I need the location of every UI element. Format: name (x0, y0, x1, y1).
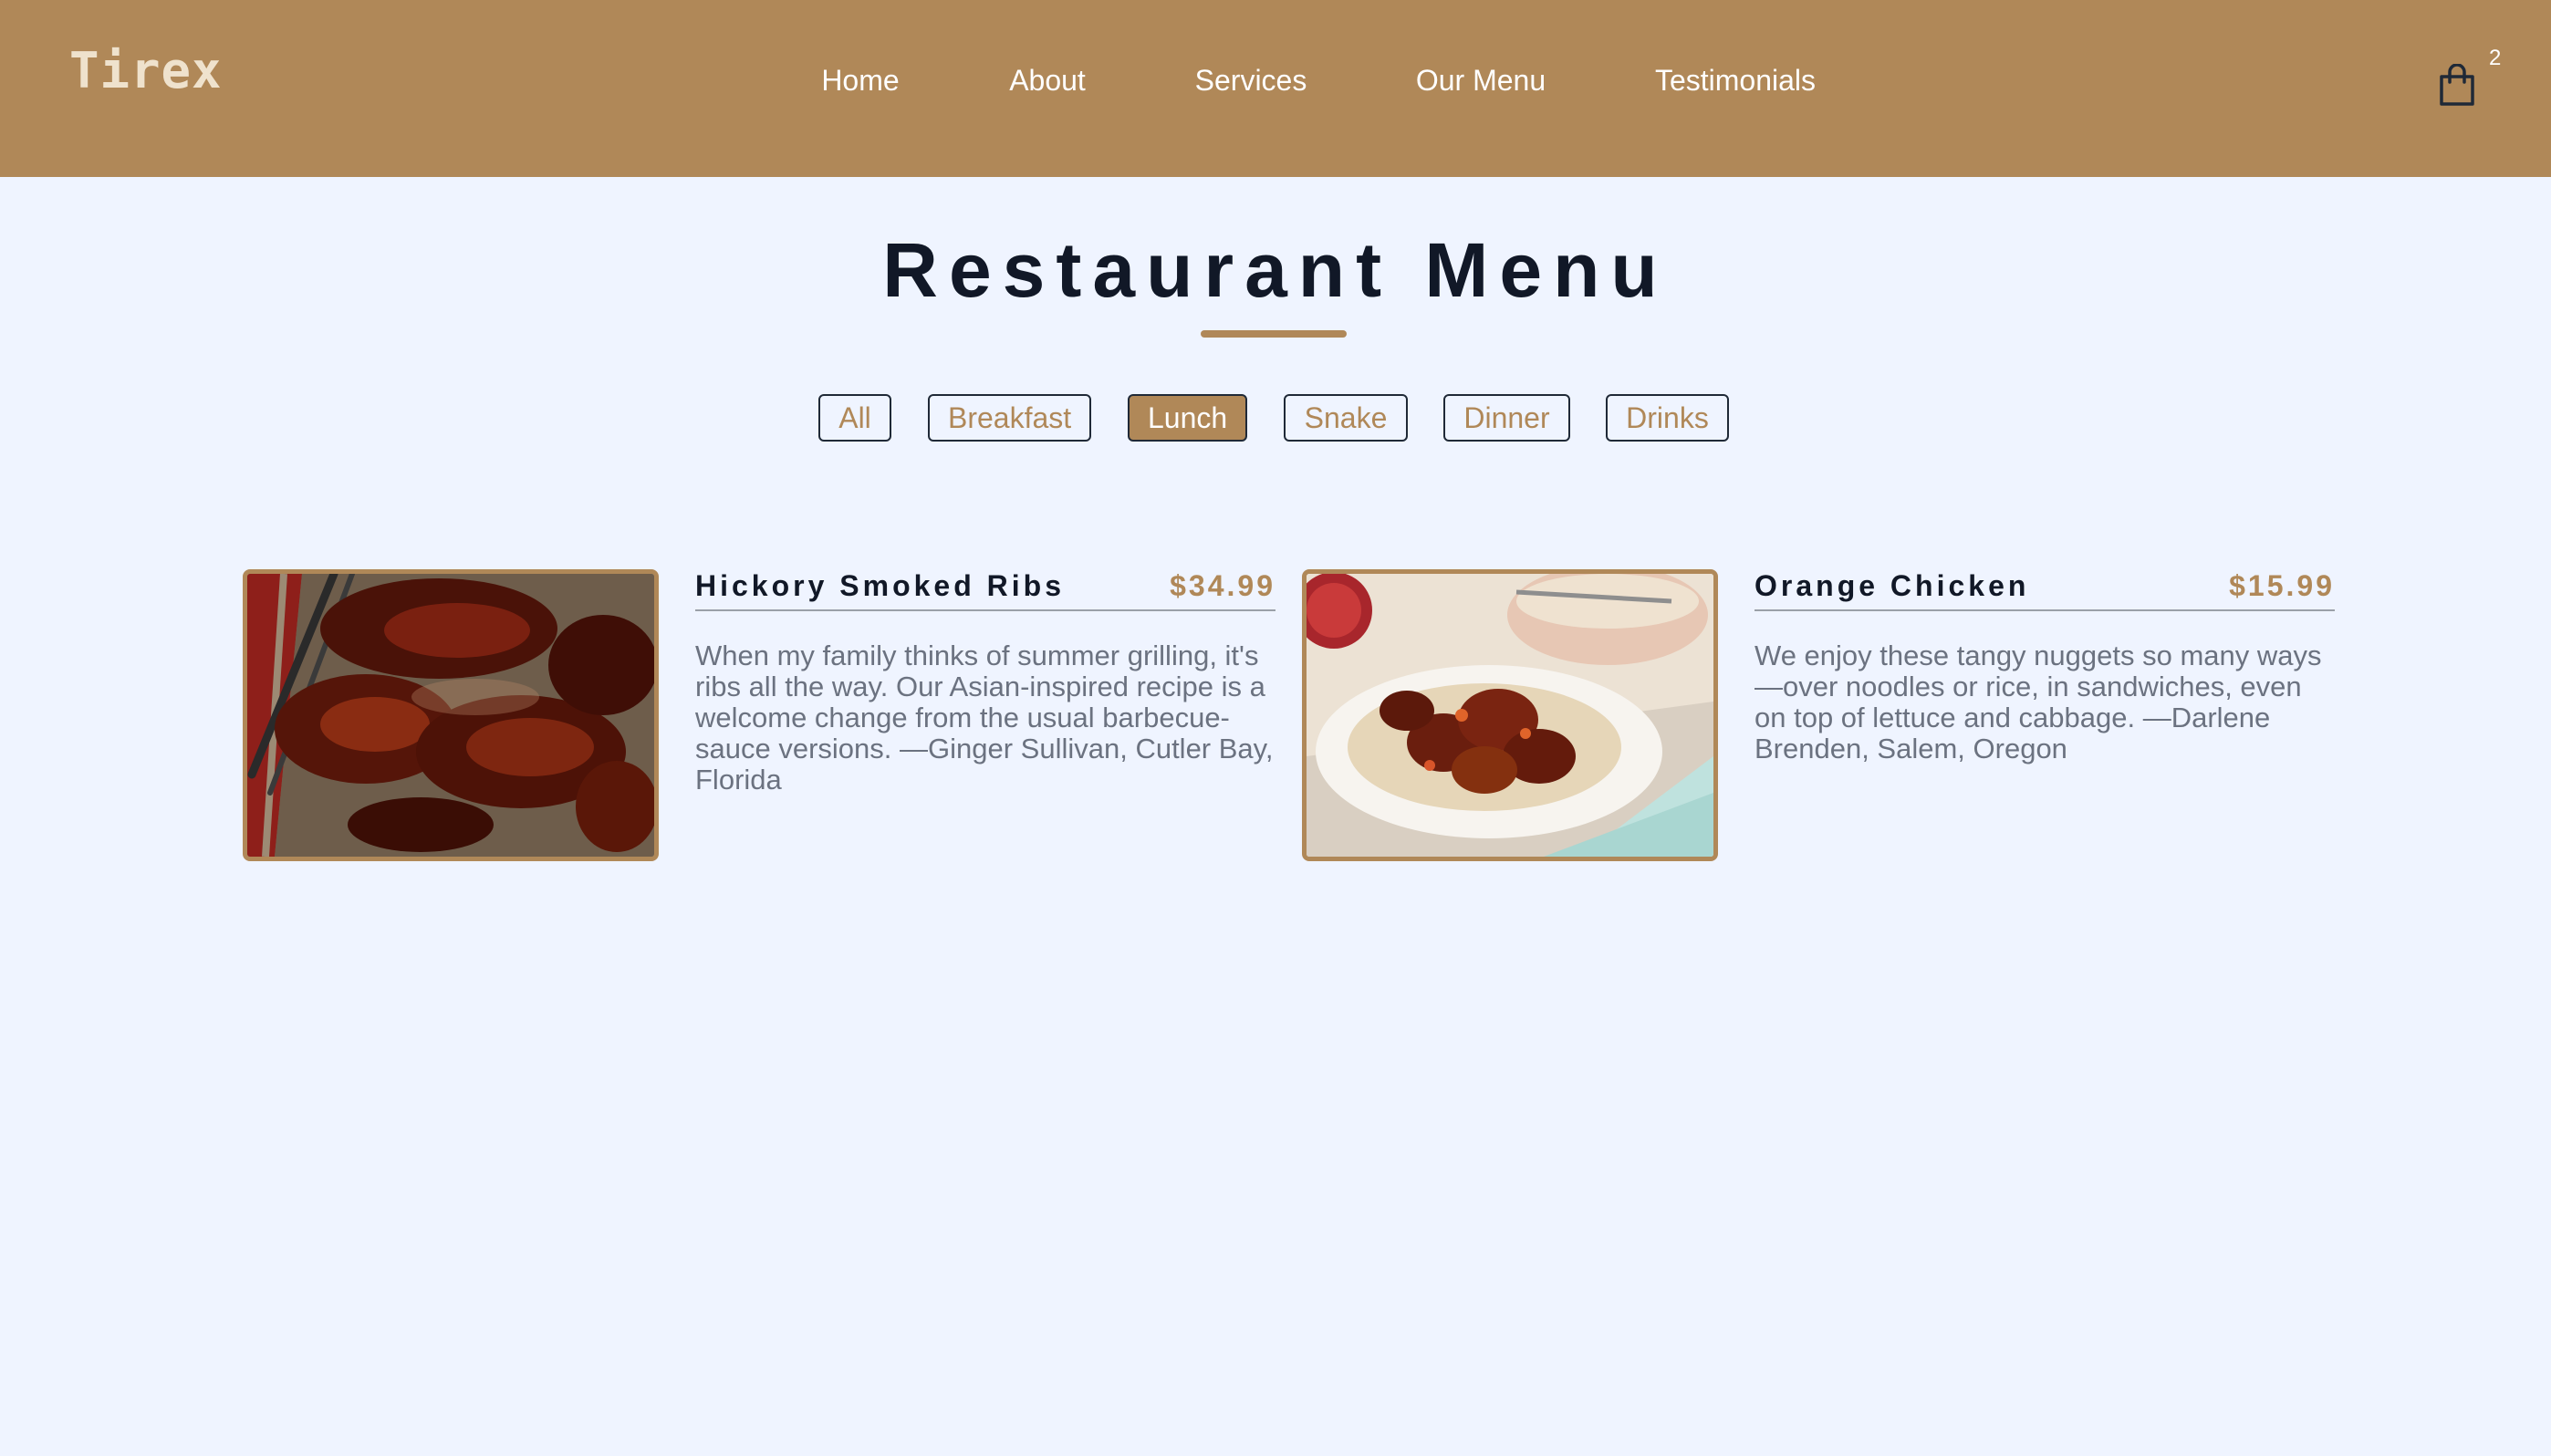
nav-link-about[interactable]: About (1009, 64, 1086, 98)
menu-item-price: $34.99 (1170, 569, 1276, 602)
menu-item-photo-ribs (243, 569, 659, 861)
menu-item-description: We enjoy these tangy nuggets so many way… (1754, 640, 2322, 764)
menu-item: Hickory Smoked Ribs $34.99 When my famil… (243, 569, 1276, 861)
title-underline (1201, 330, 1347, 338)
filter-snake[interactable]: Snake (1284, 394, 1408, 442)
menu-item-price: $15.99 (2229, 569, 2335, 602)
shopping-bag-icon[interactable] (2438, 63, 2476, 108)
site-header: Tirex Home About Services Our Menu Testi… (0, 0, 2551, 177)
menu-item-photo-orange-chicken (1302, 569, 1718, 861)
filter-breakfast[interactable]: Breakfast (928, 394, 1091, 442)
filter-lunch[interactable]: Lunch (1128, 394, 1247, 442)
filter-all[interactable]: All (818, 394, 891, 442)
nav-link-our-menu[interactable]: Our Menu (1416, 64, 1546, 98)
menu-item-name: Orange Chicken (1754, 569, 2030, 602)
nav-link-services[interactable]: Services (1195, 64, 1307, 98)
page-title: Restaurant Menu (882, 227, 1669, 313)
nav-link-home[interactable]: Home (821, 64, 899, 98)
filter-drinks[interactable]: Drinks (1606, 394, 1729, 442)
cart-count-badge: 2 (2489, 46, 2502, 70)
menu-filter-bar: All Breakfast Lunch Snake Dinner Drinks (0, 394, 2551, 442)
filter-dinner[interactable]: Dinner (1443, 394, 1570, 442)
menu-item: Orange Chicken $15.99 We enjoy these tan… (1302, 569, 2335, 861)
menu-item-description: When my family thinks of summer grilling… (695, 640, 1274, 796)
nav-link-testimonials[interactable]: Testimonials (1655, 64, 1816, 98)
main-nav: Home About Services Our Menu Testimonial… (0, 64, 2551, 109)
menu-item-name: Hickory Smoked Ribs (695, 569, 1065, 602)
